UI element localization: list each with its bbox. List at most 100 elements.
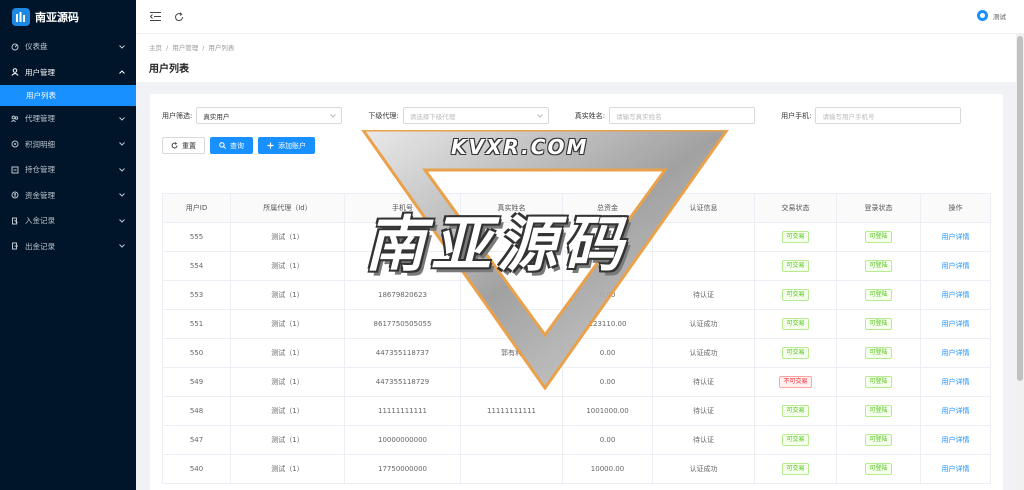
sidebar-item-deposits[interactable]: 入金记录 xyxy=(0,208,136,234)
table-cell: 10000.00 xyxy=(562,454,653,484)
user-detail-link[interactable]: 用户详情 xyxy=(942,320,970,328)
table-cell: 可登陆 xyxy=(836,367,921,397)
table-cell: 郭有利 xyxy=(460,338,563,368)
breadcrumb-home[interactable]: 主页 xyxy=(149,44,162,52)
button-row: 重置 查询 添加账户 xyxy=(162,137,320,154)
cell-text: 447355118737 xyxy=(375,349,430,357)
user-detail-link[interactable]: 用户详情 xyxy=(942,465,970,473)
sidebar-item-agent-management[interactable]: 代理管理 xyxy=(0,106,136,132)
add-account-button[interactable]: 添加账户 xyxy=(258,137,315,154)
table-cell xyxy=(562,251,653,281)
user-detail-link[interactable]: 用户详情 xyxy=(942,262,970,270)
user-detail-link[interactable]: 用户详情 xyxy=(942,291,970,299)
scrollbar-thumb[interactable] xyxy=(1017,36,1023,381)
cell-text: 待认证 xyxy=(693,436,714,444)
content-card: 用户筛选: 真实用户 下级代理: 请选择下级代理 真实姓名: 请输写真实姓名 用… xyxy=(150,94,1003,490)
user-name: 测试 xyxy=(993,12,1006,21)
cell-text: 11111111111 xyxy=(487,407,536,415)
phone-label: 用户手机: xyxy=(781,111,812,120)
user-table: 用户ID 所属代理（Id） 手机号 真实姓名 总资金 认证信息 交易状态 登录状态 操作 555… xyxy=(162,193,991,484)
table-row: 553 测试（1） 18679820623 0.00 待认证 可交易 可登陆 用户详情 xyxy=(162,280,991,310)
user-filter-select[interactable]: 真实用户 xyxy=(196,107,343,124)
sidebar-item-user-management[interactable]: 用户管理 xyxy=(0,60,136,86)
chevron-down-icon xyxy=(118,115,126,123)
table-cell: 540 xyxy=(162,454,231,484)
login-status-badge: 可登陆 xyxy=(865,347,892,359)
table-cell: 测试（1） xyxy=(230,251,345,281)
table-cell: 测试（1） xyxy=(230,425,345,455)
cell-text: 553 xyxy=(189,291,204,299)
breadcrumb: 主页 / 用户管理 / 用户列表 xyxy=(149,44,235,52)
detail-icon xyxy=(11,140,23,148)
agent-select[interactable]: 请选择下级代理 xyxy=(402,107,549,124)
filter-row: 用户筛选: 真实用户 下级代理: 请选择下级代理 真实姓名: 请输写真实姓名 用… xyxy=(162,107,962,124)
sidebar-item-withdrawals[interactable]: 出金记录 xyxy=(0,234,136,260)
cell-text: 555 xyxy=(189,233,204,241)
table-cell: 554 xyxy=(162,251,231,281)
logo[interactable]: 南亚源码 xyxy=(0,0,136,34)
user-detail-link[interactable]: 用户详情 xyxy=(942,349,970,357)
phone-placeholder: 请输写用户手机号 xyxy=(822,112,875,121)
reset-button[interactable]: 重置 xyxy=(162,137,205,154)
cell-text: 10000000000 xyxy=(378,436,427,444)
table-cell xyxy=(344,251,461,281)
table-row: 551 测试（1） 8617750505055 123110.00 认证成功 可交易 可登陆… xyxy=(162,309,991,339)
sidebar-item-dashboard[interactable]: 仪表盘 xyxy=(0,34,136,60)
trade-status-badge: 不可交易 xyxy=(779,376,812,388)
cell-text: 认证成功 xyxy=(689,465,718,473)
table-cell: 可交易 xyxy=(754,309,837,339)
table-cell: 用户详情 xyxy=(920,396,991,426)
menu-fold-icon[interactable] xyxy=(148,10,162,24)
table-cell: 可登陆 xyxy=(836,309,921,339)
column-header: 真实姓名 xyxy=(460,193,563,223)
dashboard-icon xyxy=(11,43,23,51)
table-cell: 测试（1） xyxy=(230,309,345,339)
agent-icon xyxy=(11,115,23,123)
plus-icon xyxy=(267,142,274,149)
sidebar-item-details[interactable]: 积润明细 xyxy=(0,132,136,158)
user-detail-link[interactable]: 用户详情 xyxy=(942,233,970,241)
sidebar-item-label: 用户列表 xyxy=(26,91,56,100)
login-status-badge: 可登陆 xyxy=(865,405,892,417)
login-status-badge: 可登陆 xyxy=(865,289,892,301)
trade-status-badge: 可交易 xyxy=(782,318,809,330)
name-input[interactable]: 请输写真实姓名 xyxy=(609,107,756,124)
chevron-down-icon xyxy=(118,191,126,199)
breadcrumb-user-management[interactable]: 用户管理 xyxy=(172,44,198,52)
table-cell: 18679820623 xyxy=(344,280,461,310)
table-cell: 548 xyxy=(162,396,231,426)
trade-status-badge: 可交易 xyxy=(782,434,809,446)
chevron-down-icon xyxy=(330,112,337,120)
table-cell: 17750000000 xyxy=(344,454,461,484)
sidebar-item-funds[interactable]: 资金管理 xyxy=(0,183,136,209)
cell-text: 待认证 xyxy=(693,291,714,299)
phone-input[interactable]: 请输写用户手机号 xyxy=(815,107,962,124)
table-cell: 可交易 xyxy=(754,280,837,310)
refresh-icon[interactable] xyxy=(172,10,186,24)
column-header: 总资金 xyxy=(562,193,653,223)
column-header: 认证信息 xyxy=(652,193,755,223)
name-label: 真实姓名: xyxy=(574,111,606,120)
cell-text: 测试（1） xyxy=(271,407,304,415)
sidebar-item-user-list[interactable]: 用户列表 xyxy=(0,85,136,106)
table-cell: 用户详情 xyxy=(920,367,991,397)
table-cell: 555 xyxy=(162,222,231,252)
cell-text: 18679820623 xyxy=(378,291,427,299)
login-status-badge: 可登陆 xyxy=(865,231,892,243)
user-menu[interactable]: 测试 xyxy=(977,10,1006,21)
cell-text: 0.00 xyxy=(599,291,616,299)
table-cell: 用户详情 xyxy=(920,454,991,484)
user-detail-link[interactable]: 用户详情 xyxy=(942,436,970,444)
cell-text: 认证成功 xyxy=(689,349,718,357)
table-cell xyxy=(460,222,563,252)
cell-text: 测试（1） xyxy=(271,233,304,241)
user-detail-link[interactable]: 用户详情 xyxy=(942,407,970,415)
table-cell: 用户详情 xyxy=(920,309,991,339)
search-button[interactable]: 查询 xyxy=(210,137,253,154)
page-title: 用户列表 xyxy=(149,64,189,75)
logo-icon xyxy=(12,8,30,26)
cell-text: 待认证 xyxy=(693,407,714,415)
sidebar-item-positions[interactable]: 持仓管理 xyxy=(0,157,136,183)
cell-text: 1001000.00 xyxy=(586,407,629,415)
user-detail-link[interactable]: 用户详情 xyxy=(942,378,970,386)
